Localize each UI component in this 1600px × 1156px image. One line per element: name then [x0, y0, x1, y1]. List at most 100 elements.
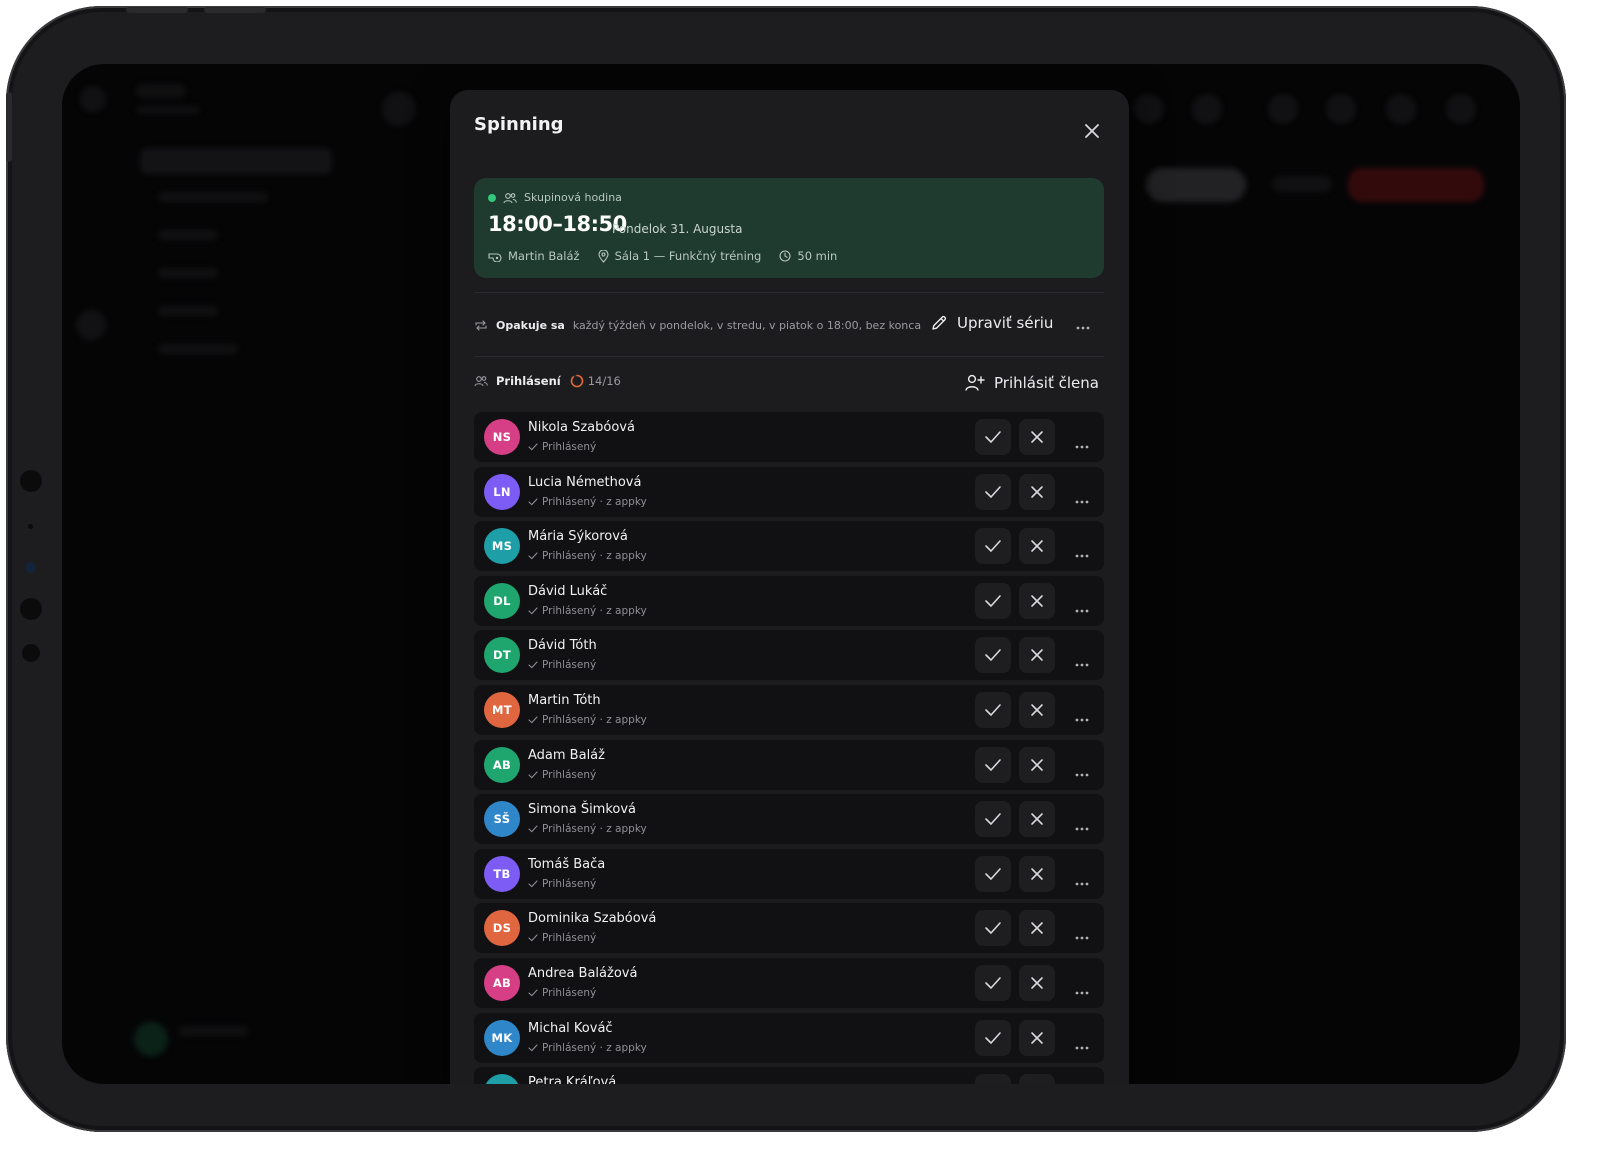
status-text: Prihlásený — [542, 986, 597, 999]
decline-attendance-button[interactable] — [1019, 637, 1055, 674]
more-icon — [1075, 718, 1089, 722]
member-more-button[interactable] — [1074, 1036, 1090, 1055]
avatar: MK — [484, 1019, 520, 1056]
member-more-button[interactable] — [1074, 708, 1090, 727]
check-icon — [985, 594, 1001, 607]
edit-series-label: Upraviť sériu — [957, 314, 1054, 332]
confirm-attendance-button[interactable] — [975, 582, 1011, 619]
list-item[interactable]: LN Lucia Némethová Prihlásený · z appky — [474, 466, 1104, 517]
close-button[interactable] — [1081, 120, 1103, 142]
list-item[interactable]: TB Tomáš Bača Prihlásený — [474, 848, 1104, 899]
check-icon — [528, 498, 538, 505]
pencil-icon — [932, 315, 947, 330]
decline-attendance-button[interactable] — [1019, 1074, 1055, 1084]
volume-button — [126, 7, 188, 13]
list-item[interactable]: AB Andrea Balážová Prihlásený — [474, 957, 1104, 1008]
confirm-attendance-button[interactable] — [975, 637, 1011, 674]
more-icon — [1075, 445, 1089, 449]
attendance-count: 14/16 — [587, 374, 621, 388]
confirm-attendance-button[interactable] — [975, 746, 1011, 783]
decline-attendance-button[interactable] — [1019, 419, 1055, 455]
member-status: Prihlásený · z appky — [528, 496, 647, 508]
list-item[interactable]: SŠ Simona Šimková Prihlásený · z appky — [474, 794, 1104, 845]
confirm-attendance-button[interactable] — [975, 801, 1011, 838]
status-text: Prihlásený · z appky — [542, 823, 647, 836]
decline-attendance-button[interactable] — [1019, 1019, 1055, 1056]
trainer-name: Martin Baláž — [508, 249, 580, 263]
list-item[interactable]: MK Michal Kováč Prihlásený · z appky — [474, 1012, 1104, 1063]
more-icon — [1075, 663, 1089, 667]
decline-attendance-button[interactable] — [1019, 964, 1055, 1001]
status-text: Prihlásený — [542, 768, 597, 781]
confirm-attendance-button[interactable] — [975, 964, 1011, 1001]
confirm-attendance-button[interactable] — [975, 419, 1011, 455]
member-more-button[interactable] — [1074, 817, 1090, 836]
avatar: TB — [484, 855, 520, 892]
close-icon — [1031, 431, 1043, 443]
member-more-button[interactable] — [1074, 926, 1090, 945]
more-icon — [1075, 609, 1089, 613]
avatar: DL — [484, 582, 520, 619]
decline-attendance-button[interactable] — [1019, 801, 1055, 838]
member-more-button[interactable] — [1074, 872, 1090, 891]
member-more-button[interactable] — [1074, 599, 1090, 618]
confirm-attendance-button[interactable] — [975, 691, 1011, 728]
divider — [474, 356, 1104, 357]
decline-attendance-button[interactable] — [1019, 855, 1055, 892]
member-more-button[interactable] — [1074, 490, 1090, 509]
confirm-attendance-button[interactable] — [975, 1019, 1011, 1056]
member-more-button[interactable] — [1074, 544, 1090, 563]
decline-attendance-button[interactable] — [1019, 691, 1055, 728]
list-item[interactable]: AB Adam Baláž Prihlásený — [474, 739, 1104, 790]
list-item[interactable]: DT Dávid Tóth Prihlásený — [474, 630, 1104, 681]
avatar: DS — [484, 910, 520, 947]
member-more-button[interactable] — [1074, 763, 1090, 782]
member-name: Adam Baláž — [528, 747, 605, 763]
decline-attendance-button[interactable] — [1019, 910, 1055, 947]
check-icon — [528, 825, 538, 833]
confirm-attendance-button[interactable] — [975, 855, 1011, 892]
check-icon — [985, 977, 1001, 989]
decline-attendance-button[interactable] — [1019, 582, 1055, 619]
member-more-button[interactable] — [1074, 653, 1090, 672]
member-name: Nikola Szabóová — [528, 420, 635, 435]
confirm-attendance-button[interactable] — [975, 910, 1011, 947]
member-status: Prihlásený · z appky — [528, 1042, 647, 1054]
avatar: SŠ — [484, 801, 520, 838]
list-item[interactable]: MT Martin Tóth Prihlásený · z appky — [474, 684, 1104, 735]
check-icon — [528, 716, 538, 724]
check-icon — [528, 880, 538, 888]
member-status: Prihlásený — [528, 932, 596, 944]
event-card: Skupinová hodina 18:00–18:50 Pondelok 31… — [474, 178, 1104, 278]
decline-attendance-button[interactable] — [1019, 473, 1055, 510]
confirm-attendance-button[interactable] — [975, 473, 1011, 510]
member-name: Dávid Lukáč — [528, 583, 608, 599]
status-text: Prihlásený — [542, 441, 597, 453]
check-icon — [985, 1031, 1001, 1044]
decline-attendance-button[interactable] — [1019, 746, 1055, 783]
check-icon — [528, 989, 538, 997]
member-name: Dominika Szabóová — [528, 911, 657, 927]
list-item[interactable]: DL Dávid Lukáč Prihlásený · z appky — [474, 575, 1104, 626]
member-status: Prihlásený — [528, 659, 596, 671]
decline-attendance-button[interactable] — [1019, 528, 1055, 565]
confirm-attendance-button[interactable] — [975, 1074, 1011, 1084]
check-icon — [528, 661, 538, 669]
avatar: MS — [484, 528, 520, 565]
list-item[interactable]: Petra Kráľová — [474, 1067, 1104, 1084]
list-item[interactable]: DS Dominika Szabóová Prihlásený — [474, 903, 1104, 954]
member-more-button[interactable] — [1074, 981, 1090, 1000]
avatar: LN — [484, 473, 520, 510]
location-pin-icon — [598, 249, 609, 263]
check-icon — [985, 540, 1001, 552]
member-more-button[interactable] — [1074, 435, 1090, 454]
list-item[interactable]: MS Mária Sýkorová Prihlásený · z appky — [474, 521, 1104, 572]
series-more-button[interactable] — [1075, 316, 1091, 335]
confirm-attendance-button[interactable] — [975, 528, 1011, 565]
add-member-button[interactable]: Prihlásiť člena — [965, 374, 1099, 392]
edit-series-button[interactable]: Upraviť sériu — [930, 314, 1053, 332]
close-icon — [1031, 540, 1043, 552]
list-item[interactable]: NS Nikola Szabóová Prihlásený — [474, 412, 1104, 462]
whistle-icon — [488, 252, 502, 262]
add-member-label: Prihlásiť člena — [994, 374, 1099, 392]
